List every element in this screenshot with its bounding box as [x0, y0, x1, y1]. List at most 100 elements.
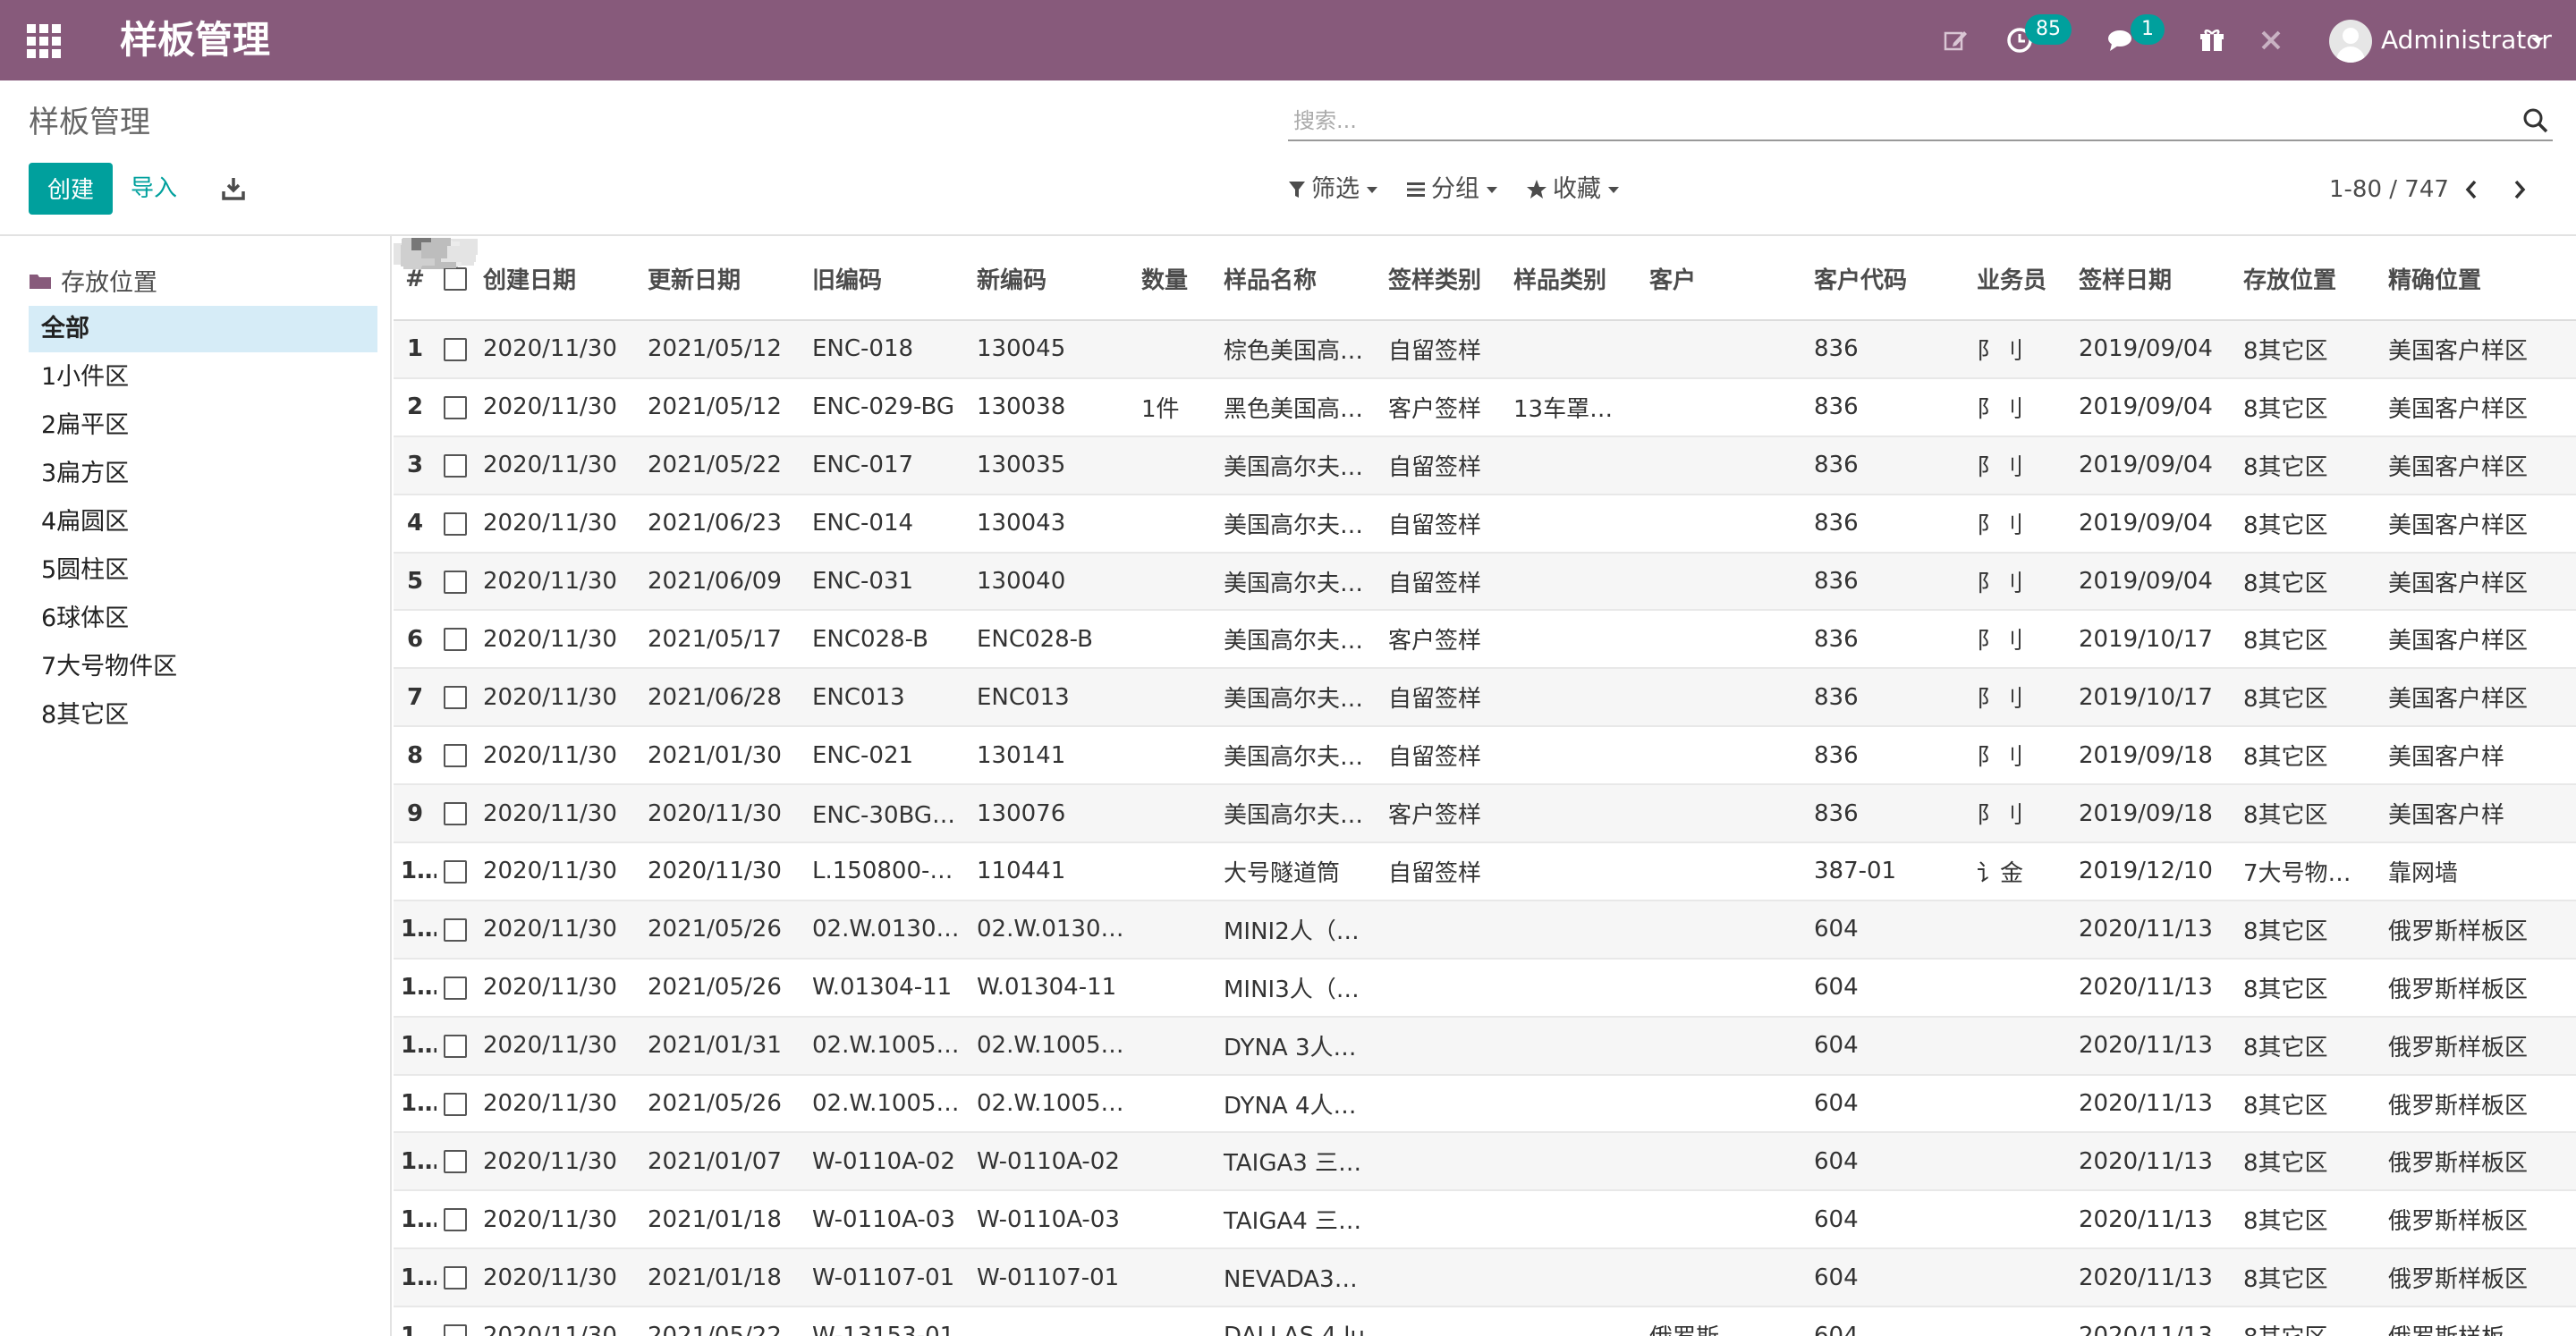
table-row[interactable]: 7 2020/11/30 2021/06/28 ENC013 ENC013 美国高尔夫球包… [394, 238, 2576, 728]
row-select-checkbox[interactable] [444, 1092, 467, 1116]
pager-next-button[interactable] [2506, 173, 2533, 206]
row-select-cell[interactable] [436, 377, 476, 437]
row-select-checkbox[interactable] [444, 1324, 467, 1336]
edit-icon[interactable] [1941, 21, 1971, 59]
sidebar-item-4[interactable]: 4扁圆区 [29, 499, 377, 545]
row-select-checkbox[interactable] [444, 802, 467, 826]
column-header-14[interactable]: 存放位置 [2236, 238, 2381, 321]
column-header-10[interactable]: 客户 [1642, 238, 1807, 321]
sidebar-item-8[interactable]: 8其它区 [29, 692, 377, 739]
row-select-cell[interactable] [436, 1132, 476, 1192]
user-menu-name[interactable]: Administrator [2381, 25, 2552, 55]
app-title[interactable]: 样板管理 [120, 13, 270, 68]
select-all-checkbox[interactable] [444, 267, 467, 291]
column-header-11[interactable]: 客户代码 [1807, 238, 1970, 321]
column-header-9[interactable]: 样品类别 [1506, 238, 1642, 321]
download-icon[interactable] [220, 175, 247, 202]
group-by-dropdown[interactable]: 分组 [1406, 170, 1497, 209]
column-header-2[interactable]: 创建日期 [476, 238, 640, 321]
row-select-cell[interactable] [436, 435, 476, 495]
search-icon[interactable] [2522, 107, 2549, 134]
table-row[interactable]: 14 2020/11/30 2021/05/26 02.W.1005L-01 02.W.… [394, 245, 2576, 1134]
column-header-5[interactable]: 新编码 [970, 238, 1134, 321]
sidebar-item-3[interactable]: 3扁方区 [29, 451, 377, 497]
row-select-cell[interactable] [436, 1190, 476, 1250]
row-select-cell[interactable] [436, 900, 476, 960]
column-header-3[interactable]: 更新日期 [640, 238, 805, 321]
row-select-checkbox[interactable] [444, 744, 467, 768]
chevron-down-icon[interactable] [2531, 38, 2544, 44]
sidebar-item-7[interactable]: 7大号物件区 [29, 644, 377, 690]
row-select-cell[interactable] [436, 1016, 476, 1076]
row-select-checkbox[interactable] [444, 628, 467, 652]
sidebar-item-5[interactable]: 5圆柱区 [29, 547, 377, 594]
table-row[interactable]: 1 2020/11/30 2021/05/12 ENC-018 130045 棕色美国高尔… [394, 243, 2576, 379]
row-select-cell[interactable] [436, 726, 476, 786]
gift-icon[interactable] [2197, 21, 2227, 59]
search-input[interactable] [1292, 104, 2494, 138]
row-select-checkbox[interactable] [444, 1208, 467, 1232]
table-row[interactable]: 3 2020/11/30 2021/05/22 ENC-017 130035 美国高尔夫球… [394, 244, 2576, 495]
favorites-dropdown[interactable]: 收藏 [1526, 170, 1619, 209]
table-row[interactable]: 112020/11/302021/05/2602.W.01304-1002.W.… [394, 240, 2576, 960]
create-button[interactable]: 创建 [29, 163, 113, 215]
row-select-checkbox[interactable] [444, 1150, 467, 1174]
row-select-cell[interactable] [436, 1248, 476, 1308]
table-row[interactable]: 102020/11/302020/11/30L.150800-SD0111044… [394, 243, 2576, 901]
import-button[interactable]: 导入 [131, 163, 177, 215]
row-select-cell[interactable] [436, 552, 476, 612]
debug-tools-icon[interactable] [2256, 21, 2286, 59]
row-select-checkbox[interactable] [444, 859, 467, 884]
row-select-cell[interactable] [436, 610, 476, 670]
pager-value[interactable]: 1-80 / 747 [2329, 173, 2449, 206]
table-row[interactable]: 17 2020/11/30 2021/01/18 W-01107-01 W-01107-… [394, 242, 2576, 1308]
cell-创建日期: 2020/11/30 [476, 610, 640, 670]
cell-新编码: 130141 [970, 726, 1134, 786]
filter-dropdown[interactable]: 筛选 [1288, 170, 1377, 209]
row-select-checkbox[interactable] [444, 512, 467, 536]
column-header-4[interactable]: 旧编码 [805, 238, 970, 321]
row-select-cell[interactable] [436, 494, 476, 554]
column-header-15[interactable]: 精确位置 [2381, 238, 2576, 321]
column-header-8[interactable]: 签样类别 [1381, 238, 1506, 321]
sidebar-item-6[interactable]: 6球体区 [29, 596, 377, 642]
table-row[interactable]: 8 2020/11/30 2021/01/30 ENC-021 130141 美国高尔夫球… [394, 242, 2576, 786]
column-header-12[interactable]: 业务员 [1970, 238, 2072, 321]
table-row[interactable]: 4 2020/11/30 2021/06/23 ENC-014 130043 美国高尔夫球… [394, 241, 2576, 554]
row-select-cell[interactable] [436, 958, 476, 1018]
row-select-cell[interactable] [436, 784, 476, 844]
row-select-checkbox[interactable] [444, 1034, 467, 1058]
table-row[interactable]: 5 2020/11/30 2021/06/09 ENC-031 130040 美国高尔夫球… [394, 245, 2576, 612]
row-select-cell[interactable] [436, 842, 476, 901]
table-row[interactable]: 6 2020/11/30 2021/05/17 ENC028-B ENC028-B 美国高… [394, 241, 2576, 670]
row-select-checkbox[interactable] [444, 1266, 467, 1290]
sidebar-item-0[interactable]: 全部 [29, 306, 377, 352]
row-select-cell[interactable] [436, 1306, 476, 1336]
row-select-checkbox[interactable] [444, 337, 467, 361]
column-header-13[interactable]: 签样日期 [2072, 238, 2236, 321]
avatar[interactable] [2329, 20, 2372, 63]
row-select-cell[interactable] [436, 320, 476, 379]
sidebar-item-2[interactable]: 2扁平区 [29, 402, 377, 449]
column-header-7[interactable]: 样品名称 [1216, 238, 1381, 321]
row-select-checkbox[interactable] [444, 453, 467, 478]
sidebar-item-1[interactable]: 1小件区 [29, 354, 377, 401]
pager-previous-button[interactable] [2458, 173, 2485, 206]
table-row[interactable]: 12 2020/11/30 2021/05/26 W.01304-11 W.01304-… [394, 244, 2576, 1018]
table-row[interactable]: 15 2020/11/30 2021/01/07 W-0110A-02 W-0110A-… [394, 241, 2576, 1192]
apps-menu-icon[interactable] [27, 24, 63, 58]
row-select-checkbox[interactable] [444, 686, 467, 710]
row-select-checkbox[interactable] [444, 570, 467, 594]
table-row[interactable]: 132020/11/302021/01/3102.W.1005M-0102.W.… [394, 241, 2576, 1076]
table-row[interactable]: 92020/11/302020/11/30ENC-30BG土黄色130076美国… [394, 239, 2576, 844]
row-select-checkbox[interactable] [444, 917, 467, 942]
row-select-cell[interactable] [436, 1074, 476, 1134]
table-row[interactable]: 2 2020/11/30 2021/05/12 ENC-029-BG 130038 1件黑… [394, 240, 2576, 437]
cell-签样类别: 自留签样 [1381, 435, 1506, 495]
row-select-cell[interactable] [436, 668, 476, 728]
table-row[interactable]: 16 2020/11/30 2021/01/18 W-0110A-03 W-0110A-… [394, 238, 2576, 1250]
column-header-6[interactable]: 数量 [1134, 238, 1216, 321]
row-select-checkbox[interactable] [444, 976, 467, 1000]
row-select-checkbox[interactable] [444, 395, 467, 419]
table-row[interactable]: 18 2020/11/30 2021/05/22 W-13153-01 DALLAS 4… [394, 1306, 2576, 1336]
